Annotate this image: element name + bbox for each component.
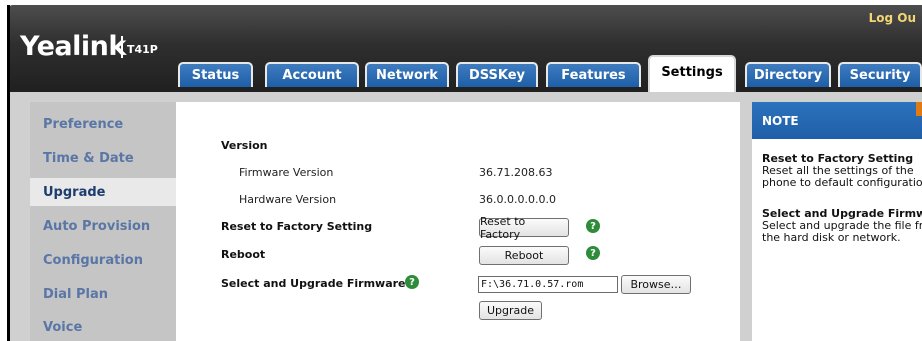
sidebar-item-dial-plan[interactable]: Dial Plan (43, 287, 108, 302)
firmware-file-input[interactable]: F:\36.71.0.57.rom (478, 276, 618, 293)
logo-divider (121, 36, 123, 58)
logout-link[interactable]: Log Ou (869, 11, 916, 25)
brand-logo: Yealink (20, 31, 126, 62)
help-icon[interactable]: ? (586, 219, 600, 233)
tab-network[interactable]: Network (365, 62, 449, 87)
firmware-version-label: Firmware Version (239, 166, 334, 179)
tab-security[interactable]: Security (838, 62, 922, 87)
sidebar-item-time-date[interactable]: Time & Date (43, 151, 134, 166)
sidebar-item-upgrade[interactable]: Upgrade (43, 185, 105, 200)
help-icon[interactable]: ? (586, 246, 600, 260)
help-icon[interactable]: ? (405, 275, 419, 289)
sidebar-item-voice[interactable]: Voice (43, 320, 82, 335)
upgrade-firmware-label: Select and Upgrade Firmware (221, 277, 406, 290)
version-section-title: Version (221, 139, 268, 152)
note-upgrade-line: the hard disk or network. (762, 231, 901, 244)
tab-status[interactable]: Status (178, 62, 253, 87)
reboot-label: Reboot (221, 248, 266, 261)
browse-button[interactable]: Browse… (621, 275, 691, 294)
note-title: NOTE (762, 114, 799, 128)
note-reset-line: phone to default configurations (762, 176, 922, 189)
phone-model: T41P (127, 43, 158, 56)
web-ui-frame: Yealink T41P Log Ou Status Account Netwo… (0, 0, 922, 341)
note-accent-mark (916, 102, 922, 116)
sidebar-item-preference[interactable]: Preference (43, 117, 123, 132)
hardware-version-value: 36.0.0.0.0.0.0 (479, 193, 556, 206)
upgrade-button[interactable]: Upgrade (479, 301, 542, 320)
hardware-version-label: Hardware Version (239, 193, 337, 206)
tab-directory[interactable]: Directory (745, 62, 831, 87)
tab-features[interactable]: Features (546, 62, 641, 87)
sidebar-item-configuration[interactable]: Configuration (43, 253, 143, 268)
sidebar-item-auto-provision[interactable]: Auto Provision (43, 219, 150, 234)
tab-settings[interactable]: Settings (648, 55, 736, 92)
reset-to-factory-button[interactable]: Reset to Factory (479, 215, 569, 241)
reset-factory-label: Reset to Factory Setting (221, 220, 373, 233)
tab-account[interactable]: Account (265, 62, 359, 87)
firmware-version-value: 36.71.208.63 (479, 166, 553, 179)
tab-dsskey[interactable]: DSSKey (456, 62, 538, 87)
reboot-button[interactable]: Reboot (479, 246, 569, 265)
